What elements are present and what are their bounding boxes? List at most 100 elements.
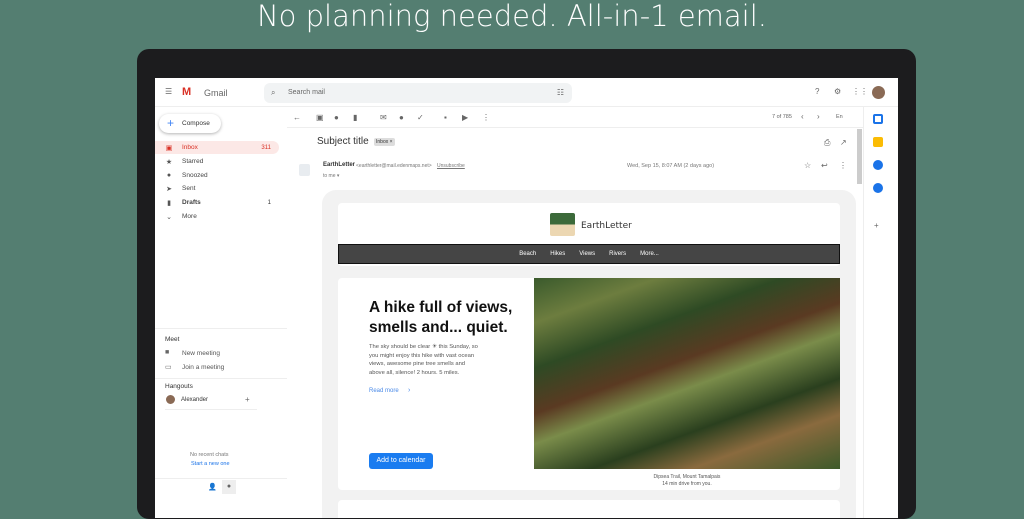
more-icon[interactable]: ⋮	[482, 113, 490, 122]
draft-icon: ▮	[167, 199, 171, 207]
article-headline: A hike full of views, smells and... quie…	[369, 299, 513, 336]
article-card: A hike full of views, smells and... quie…	[338, 278, 840, 490]
add-icon[interactable]: +	[245, 395, 250, 404]
article-body: The sky should be clear ☀ this Sunday, s…	[369, 344, 478, 376]
video-icon: ■	[165, 349, 170, 356]
gmail-brand: Gmail	[204, 88, 228, 98]
nav-label: Inbox	[182, 144, 198, 151]
join-meeting-link[interactable]: Join a meeting	[182, 364, 224, 371]
newsletter-menu: Beach Hikes Views Rivers More...	[338, 244, 840, 264]
nav-label: Sent	[182, 185, 196, 192]
side-panel: +	[863, 107, 898, 518]
label-icon[interactable]: ▶	[462, 113, 468, 122]
inbox-label-chip[interactable]: Inbox ×	[374, 138, 395, 146]
divider	[155, 328, 287, 329]
message-pane: ← ▣ ● ▮ ✉ ● ✓ ▪ ▶ ⋮ 7 of 785 ‹ › En Subj…	[287, 107, 863, 518]
add-task-icon[interactable]: ✓	[417, 113, 424, 122]
gmail-logo-icon: M	[182, 86, 192, 98]
gmail-window: ☰ M Gmail ⌕ Search mail ☷ ? ⚙ ⋮⋮ + Compo…	[155, 78, 898, 518]
spam-icon[interactable]: ●	[334, 113, 339, 122]
newsletter-header: EarthLetter Beach Hikes Views Rivers Mor…	[338, 203, 840, 266]
sender-name: EarthLetter	[323, 162, 356, 168]
start-chat-link[interactable]: Start a new one	[191, 461, 230, 467]
search-icon: ⌕	[271, 88, 276, 97]
add-icon[interactable]: +	[874, 221, 879, 230]
sidebar-item-starred[interactable]: ★ Starred	[155, 155, 279, 168]
inbox-icon: ▣	[165, 144, 173, 152]
sender-email: <earthletter@mail.edenmaps.net>	[356, 163, 432, 169]
star-icon[interactable]: ☆	[804, 161, 811, 170]
divider	[155, 378, 287, 379]
unsubscribe-link[interactable]: Unsubscribe	[437, 163, 465, 169]
open-new-window-icon[interactable]: ↗	[840, 138, 847, 147]
mark-unread-icon[interactable]: ✉	[380, 113, 387, 122]
earthletter-logo-icon	[550, 213, 575, 236]
headline: No planning needed. All-in-1 email.	[256, 0, 768, 33]
sidebar-item-more[interactable]: ⌄ More	[155, 210, 279, 223]
gear-icon[interactable]: ⚙	[834, 87, 841, 96]
sidebar-item-drafts[interactable]: ▮ Drafts 1	[155, 196, 279, 209]
move-icon[interactable]: ▪	[444, 113, 447, 122]
hangouts-user[interactable]: Alexander	[181, 397, 208, 403]
new-meeting-link[interactable]: New meeting	[182, 350, 220, 357]
search-placeholder: Search mail	[288, 89, 325, 96]
print-icon[interactable]: ⎙	[824, 138, 830, 148]
search-input[interactable]: ⌕ Search mail ☷	[264, 83, 572, 103]
sidebar-item-inbox[interactable]: ▣ Inbox 311	[155, 141, 279, 154]
menu-rivers[interactable]: Rivers	[609, 251, 626, 257]
avatar[interactable]	[872, 86, 885, 99]
photo-caption: Dipsea Trail, Mount Tamalpais	[653, 474, 721, 480]
prev-icon[interactable]: ‹	[801, 112, 804, 121]
tasks-icon[interactable]	[873, 160, 883, 170]
no-chats-text: No recent chats	[190, 452, 229, 458]
star-icon: ★	[165, 158, 173, 166]
clock-icon: ●	[166, 172, 172, 179]
apps-icon[interactable]: ⋮⋮	[852, 87, 868, 96]
trail-photo	[534, 278, 840, 469]
sender-avatar	[299, 164, 310, 176]
add-to-calendar-button[interactable]: Add to calendar	[369, 453, 433, 469]
nav-label: More	[182, 213, 197, 220]
keep-icon[interactable]	[873, 137, 883, 147]
help-icon[interactable]: ?	[815, 87, 819, 96]
menu-views[interactable]: Views	[579, 251, 595, 257]
keyboard-icon: ▭	[165, 364, 172, 371]
nav-label: Snoozed	[182, 172, 208, 179]
language-select[interactable]: En	[836, 114, 843, 120]
nav-count: 1	[267, 199, 271, 206]
calendar-icon[interactable]	[873, 114, 883, 124]
recipients-toggle[interactable]: to me ▾	[323, 173, 339, 179]
read-more-link[interactable]: Read more	[369, 388, 399, 394]
scrollbar[interactable]	[857, 129, 862, 184]
newsletter-brand: EarthLetter	[581, 221, 632, 231]
contacts-icon[interactable]	[873, 183, 883, 193]
reply-icon[interactable]: ↩	[821, 161, 828, 170]
divider	[155, 478, 287, 479]
nav-count: 311	[261, 144, 271, 151]
back-icon[interactable]: ←	[293, 113, 301, 122]
archive-icon[interactable]: ▣	[316, 113, 324, 122]
photo-subcaption: 14 min drive from you.	[662, 481, 712, 487]
menu-hikes[interactable]: Hikes	[550, 251, 565, 257]
person-icon[interactable]: 👤	[208, 483, 217, 491]
sidebar-item-sent[interactable]: ➤ Sent	[155, 182, 279, 195]
top-bar: ☰ M Gmail ⌕ Search mail ☷ ? ⚙ ⋮⋮	[155, 78, 898, 107]
compose-button[interactable]: + Compose	[159, 114, 221, 133]
search-options-icon[interactable]: ☷	[557, 88, 564, 97]
sidebar-item-snoozed[interactable]: ● Snoozed	[155, 169, 279, 182]
next-icon[interactable]: ›	[817, 112, 820, 121]
snooze-icon[interactable]: ●	[399, 113, 404, 122]
menu-icon[interactable]: ☰	[165, 87, 172, 96]
next-card	[338, 500, 840, 518]
menu-more[interactable]: More...	[640, 251, 659, 257]
menu-beach[interactable]: Beach	[519, 251, 536, 257]
chat-icon[interactable]: ●	[222, 480, 236, 494]
send-icon: ➤	[166, 185, 172, 193]
divider	[165, 409, 257, 410]
hangouts-title: Hangouts	[165, 383, 193, 390]
nav-label: Starred	[182, 158, 204, 165]
more-icon[interactable]: ⋮	[839, 161, 847, 170]
trash-icon[interactable]: ▮	[353, 113, 357, 122]
nav-label: Drafts	[182, 199, 201, 206]
chevron-right-icon: ›	[408, 387, 411, 394]
